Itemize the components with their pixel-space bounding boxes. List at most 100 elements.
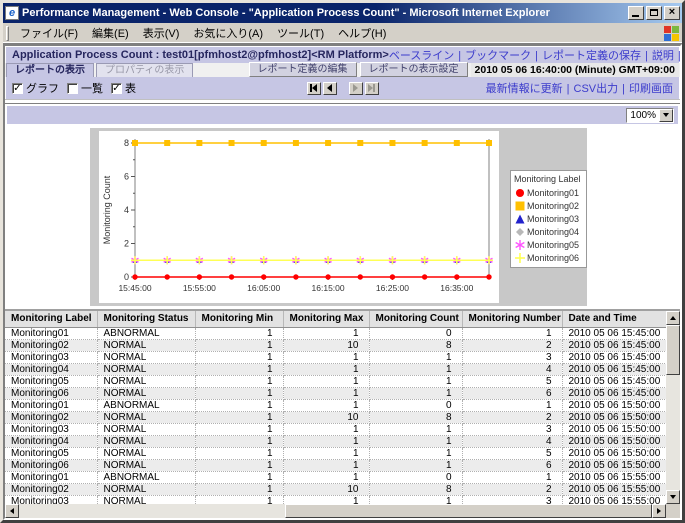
table-cell: 2010 05 06 15:50:00 <box>562 423 666 435</box>
table-cell: 2 <box>462 339 562 351</box>
table-row: Monitoring05NORMAL11152010 05 06 15:45:0… <box>5 375 666 387</box>
table-cell: 2010 05 06 15:50:00 <box>562 411 666 423</box>
vscroll-track[interactable] <box>666 325 680 490</box>
minimize-button[interactable] <box>628 6 644 20</box>
chevron-down-icon[interactable] <box>659 109 673 122</box>
header-link[interactable]: レポート定義の保存 <box>542 50 641 62</box>
menu-item[interactable]: お気に入り(A) <box>186 23 270 43</box>
legend-entry: Monitoring01 <box>514 186 581 199</box>
vscroll-thumb[interactable] <box>666 325 680 375</box>
table-header-row: Monitoring LabelMonitoring StatusMonitor… <box>5 311 666 327</box>
table-cell: ABNORMAL <box>97 399 195 411</box>
report-title: Application Process Count : test01[pfmho… <box>12 49 389 61</box>
table-vscrollbar[interactable] <box>666 311 680 504</box>
table-cell: 1 <box>369 423 462 435</box>
nav-last-button[interactable] <box>365 82 379 95</box>
checkbox-option[interactable]: 一覧 <box>67 80 103 96</box>
svg-text:16:15:00: 16:15:00 <box>312 283 345 293</box>
column-header[interactable]: Monitoring Number <box>462 311 562 327</box>
menu-bar: ファイル(F)編集(E)表示(V)お気に入り(A)ツール(T)ヘルプ(H) <box>3 23 682 44</box>
table-cell: NORMAL <box>97 339 195 351</box>
menu-item[interactable]: ファイル(F) <box>13 23 85 43</box>
toolbar-link[interactable]: CSV出力 <box>574 83 619 95</box>
header-link[interactable]: 説明 <box>652 50 674 62</box>
table-cell: 1 <box>283 471 369 483</box>
table-cell: Monitoring04 <box>5 435 97 447</box>
table-cell: NORMAL <box>97 495 195 504</box>
table-cell: 10 <box>283 411 369 423</box>
tab-inactive[interactable]: プロパティの表示 <box>96 63 193 77</box>
toolbar-link[interactable]: 印刷画面 <box>629 83 673 95</box>
column-header[interactable]: Monitoring Count <box>369 311 462 327</box>
table-cell: Monitoring01 <box>5 471 97 483</box>
table-cell: 1 <box>283 399 369 411</box>
table-cell: Monitoring05 <box>5 375 97 387</box>
table-cell: 1 <box>369 459 462 471</box>
table-cell: 1 <box>195 327 283 339</box>
svg-text:16:35:00: 16:35:00 <box>440 283 473 293</box>
checkbox-checked[interactable]: ✓ <box>111 83 122 94</box>
tab-button[interactable]: レポート定義の編集 <box>249 62 357 77</box>
table-cell: Monitoring04 <box>5 363 97 375</box>
table-row: Monitoring06NORMAL11162010 05 06 15:50:0… <box>5 459 666 471</box>
toolbar-link[interactable]: 最新情報に更新 <box>486 83 563 95</box>
table-cell: Monitoring03 <box>5 351 97 363</box>
scroll-right-button[interactable] <box>652 504 666 518</box>
column-header[interactable]: Date and Time <box>562 311 666 327</box>
maximize-button[interactable] <box>646 6 662 20</box>
checkbox-checked[interactable]: ✓ <box>12 83 23 94</box>
table-row: Monitoring03NORMAL11132010 05 06 15:50:0… <box>5 423 666 435</box>
menu-item[interactable]: 表示(V) <box>136 23 187 43</box>
table-pane: Monitoring LabelMonitoring StatusMonitor… <box>5 311 680 518</box>
report-header: Application Process Count : test01[pfmho… <box>6 47 679 63</box>
menu-grip-handle[interactable] <box>6 26 9 41</box>
table-row: Monitoring01ABNORMAL11012010 05 06 15:50… <box>5 399 666 411</box>
hscroll-track[interactable] <box>19 504 652 518</box>
table-row: Monitoring04NORMAL11142010 05 06 15:45:0… <box>5 363 666 375</box>
table-cell: 1 <box>195 495 283 504</box>
zoom-level-select[interactable]: 100% <box>626 108 674 123</box>
table-cell: 1 <box>283 435 369 447</box>
checkbox-option[interactable]: ✓表 <box>111 80 136 96</box>
scroll-left-button[interactable] <box>5 504 19 518</box>
close-button[interactable]: × <box>664 6 680 20</box>
checkbox-unchecked[interactable] <box>67 83 78 94</box>
menu-item[interactable]: 編集(E) <box>85 23 136 43</box>
checkbox-option[interactable]: ✓グラフ <box>12 80 59 96</box>
menu-item[interactable]: ツール(T) <box>270 23 331 43</box>
table-cell: 8 <box>369 483 462 495</box>
table-cell: 1 <box>195 447 283 459</box>
table-cell: 1 <box>195 363 283 375</box>
chart-canvas: 02468Monitoring Count15:45:0015:55:0016:… <box>99 131 499 303</box>
nav-prev-button[interactable] <box>323 82 337 95</box>
header-link[interactable]: ベースライン <box>389 50 454 62</box>
header-link[interactable]: ブックマーク <box>465 50 531 62</box>
table-cell: Monitoring01 <box>5 399 97 411</box>
table-cell: 1 <box>195 351 283 363</box>
tab-button[interactable]: レポートの表示設定 <box>360 62 468 77</box>
svg-text:2: 2 <box>124 239 129 249</box>
tab-active[interactable]: レポートの表示 <box>6 63 94 77</box>
browser-window: e Performance Management - Web Console -… <box>0 0 685 523</box>
table-cell: 10 <box>283 339 369 351</box>
table-hscrollbar[interactable] <box>5 504 680 518</box>
column-header[interactable]: Monitoring Label <box>5 311 97 327</box>
scroll-up-button[interactable] <box>666 311 680 325</box>
scroll-down-button[interactable] <box>666 490 680 504</box>
plus-marker-icon <box>514 252 526 264</box>
table-cell: 1 <box>283 327 369 339</box>
table-cell: 2010 05 06 15:45:00 <box>562 363 666 375</box>
nav-first-button[interactable] <box>307 82 321 95</box>
nav-next-button[interactable] <box>349 82 363 95</box>
table-cell: ABNORMAL <box>97 327 195 339</box>
minimize-icon <box>632 15 639 17</box>
column-header[interactable]: Monitoring Min <box>195 311 283 327</box>
column-header[interactable]: Monitoring Max <box>283 311 369 327</box>
menu-item[interactable]: ヘルプ(H) <box>331 23 393 43</box>
triangle-marker-icon <box>514 213 526 225</box>
legend-label: Monitoring01 <box>527 188 579 198</box>
column-header[interactable]: Monitoring Status <box>97 311 195 327</box>
zoom-level-value: 100% <box>627 110 659 121</box>
table-row: Monitoring02NORMAL110822010 05 06 15:55:… <box>5 483 666 495</box>
hscroll-thumb[interactable] <box>285 504 652 518</box>
